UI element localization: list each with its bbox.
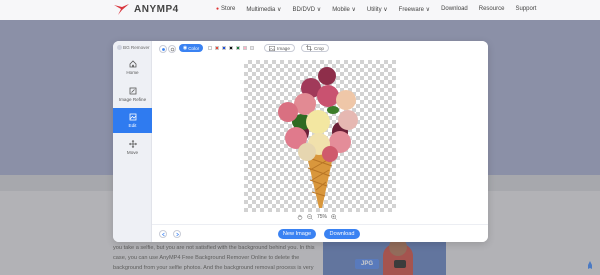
crop-tool-icon	[306, 45, 313, 51]
brand-name: ANYMP4	[134, 4, 179, 15]
app-logo-icon	[117, 45, 122, 50]
image-icon	[269, 45, 276, 51]
swatch-white[interactable]	[208, 46, 212, 50]
editor-footer: New Image Download	[152, 224, 488, 242]
ice-cream-image	[278, 67, 358, 208]
sidebar-item-home[interactable]: Home	[113, 55, 152, 80]
nav-download[interactable]: Download	[441, 6, 468, 13]
palette-icon: ◉	[182, 45, 188, 51]
new-image-button[interactable]: New Image	[278, 229, 316, 239]
undo-button[interactable]	[159, 230, 167, 238]
move-icon	[128, 140, 137, 148]
zoom-out-icon[interactable]	[307, 214, 313, 220]
brush-button[interactable]	[159, 45, 167, 53]
home-icon	[129, 60, 136, 68]
undo-icon	[161, 232, 165, 236]
color-label: Color	[188, 45, 200, 51]
nav-utility[interactable]: Utility ∨	[367, 6, 388, 13]
redo-icon	[175, 232, 179, 236]
nav-resource[interactable]: Resource	[479, 6, 505, 13]
sidebar-item-image-refine[interactable]: Image Refine	[113, 82, 152, 107]
image-label: Image	[277, 45, 290, 51]
editor-modal: BG Remover Home Image Refine Edit Move ◉…	[113, 41, 488, 242]
zoom-level: 75%	[317, 214, 328, 220]
crop-button[interactable]: Crop	[301, 44, 329, 52]
sidebar-label: Image Refine	[118, 97, 147, 102]
redo-button[interactable]	[173, 230, 181, 238]
swatch-red[interactable]	[215, 46, 219, 50]
edit-icon	[129, 87, 136, 95]
brand-logo[interactable]: ANYMP4	[113, 3, 179, 16]
nav-mobile[interactable]: Mobile ∨	[332, 6, 356, 13]
zoom-controls: 75%	[297, 214, 337, 220]
nav-freeware[interactable]: Freeware ∨	[399, 6, 430, 13]
nav-support[interactable]: Support	[515, 6, 536, 13]
color-button[interactable]: ◉ Color	[179, 44, 203, 52]
swatch-green[interactable]	[236, 46, 240, 50]
sidebar-label: Home	[126, 70, 139, 75]
brush-icon	[161, 47, 165, 51]
nav-store[interactable]: Store	[216, 6, 235, 13]
logo-mark-icon	[114, 4, 129, 15]
sidebar-label: Edit	[128, 123, 137, 128]
canvas-area: ◉ Color Image Crop 75%	[152, 41, 488, 224]
sidebar-item-edit[interactable]: Edit	[113, 108, 152, 133]
main-nav: Store Multimedia ∨ BD/DVD ∨ Mobile ∨ Uti…	[216, 6, 536, 13]
swatch-blue[interactable]	[222, 46, 226, 50]
image-button[interactable]: Image	[264, 44, 295, 52]
nav-bd-dvd[interactable]: BD/DVD ∨	[292, 6, 321, 13]
swatch-black[interactable]	[229, 46, 233, 50]
sidebar-label: Move	[126, 150, 139, 155]
top-navigation: ANYMP4 Store Multimedia ∨ BD/DVD ∨ Mobil…	[0, 0, 600, 20]
nav-multimedia[interactable]: Multimedia ∨	[246, 6, 281, 13]
editor-sidebar: BG Remover Home Image Refine Edit Move	[113, 41, 152, 242]
crop-label: Crop	[314, 45, 324, 51]
eraser-icon	[170, 47, 174, 51]
hand-icon[interactable]	[297, 214, 303, 220]
sidebar-item-move[interactable]: Move	[113, 135, 152, 160]
app-title: BG Remover	[117, 45, 150, 50]
crop-icon	[129, 113, 136, 121]
swatch-pink[interactable]	[243, 46, 247, 50]
swatch-custom[interactable]	[250, 46, 254, 50]
eraser-button[interactable]	[168, 45, 176, 53]
zoom-in-icon[interactable]	[331, 214, 337, 220]
download-button[interactable]: Download	[324, 229, 360, 239]
transparent-canvas[interactable]	[244, 60, 396, 212]
app-title-text: BG Remover	[123, 45, 150, 50]
